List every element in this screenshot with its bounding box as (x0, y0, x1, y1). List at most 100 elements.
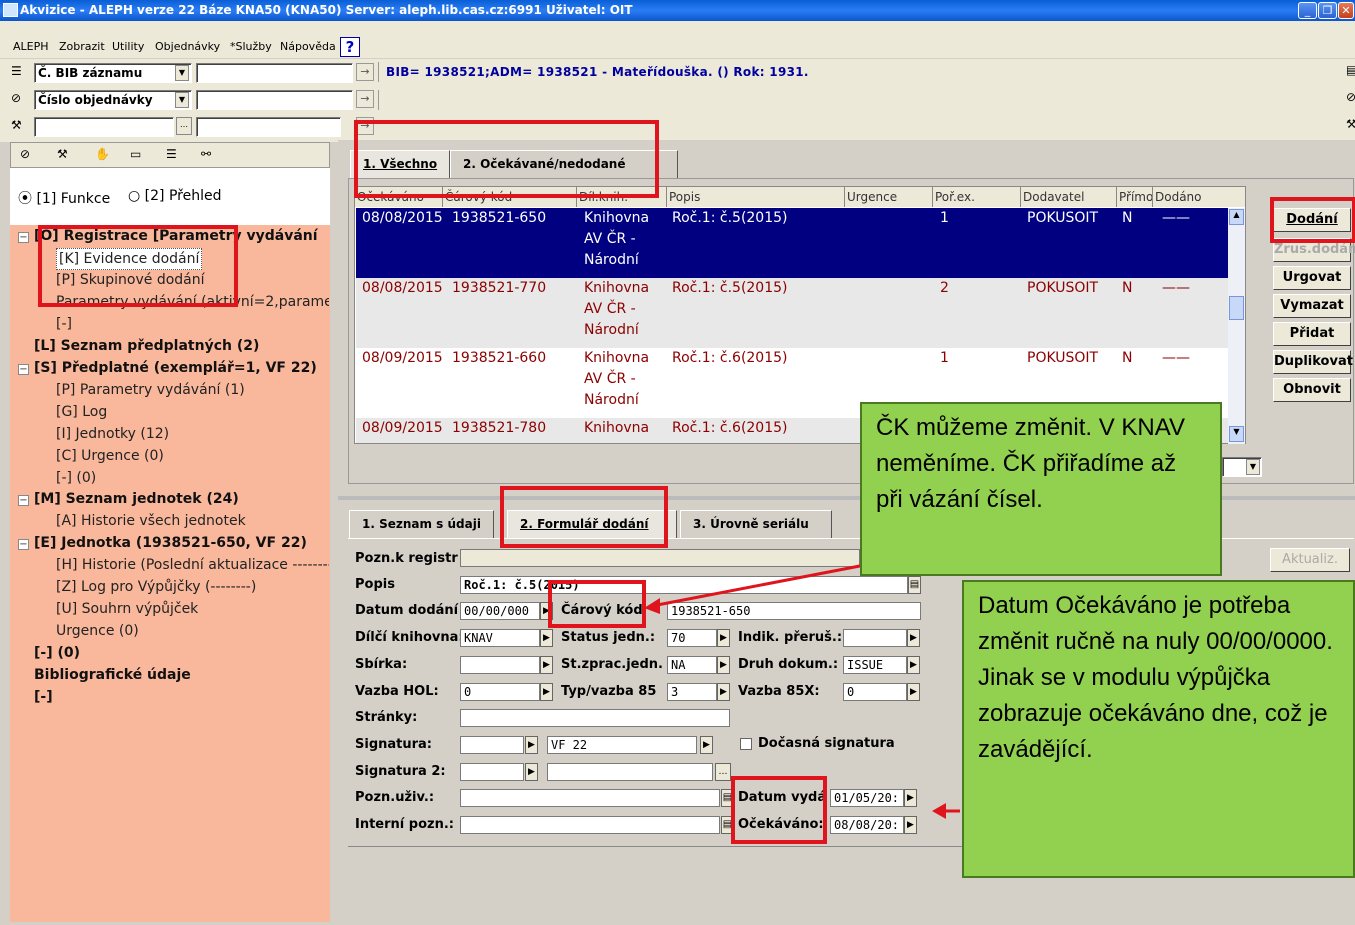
dilci-field[interactable]: KNAV (460, 629, 540, 647)
duplikovat-button[interactable]: Duplikovat (1273, 350, 1353, 374)
search-field-1[interactable]: Č. BIB záznamu (34, 63, 192, 83)
binoculars-icon[interactable]: ⚯ (201, 147, 211, 161)
tree-item-empty-root[interactable]: [-] (0) (34, 643, 80, 663)
aktualiz-button[interactable]: Aktualiz. (1270, 548, 1350, 572)
go-arrow-icon[interactable]: → (356, 63, 374, 81)
tool-icon[interactable]: ⚒ (57, 147, 68, 161)
tree-item-seznam-predplatnych[interactable]: [L] Seznam předplatných (2) (34, 336, 259, 356)
menu-aleph[interactable]: ALEPH (13, 40, 49, 53)
order-icon[interactable]: ⊘ (20, 147, 30, 161)
tab-seznam-s-udaji[interactable]: 1. Seznam s údaji (349, 510, 494, 538)
folder-icon[interactable]: ▭ (130, 147, 141, 161)
label-sbirka: Sbírka: (355, 657, 408, 672)
cell-carovy-kod: 1938521-650 (452, 210, 547, 226)
obnovit-button[interactable]: Obnovit (1273, 378, 1351, 402)
chevron-down-icon[interactable]: ▼ (1246, 459, 1260, 475)
info-strip-2 (378, 90, 1343, 110)
cell-carovy-kod: 1938521-780 (452, 420, 547, 436)
vazba-field[interactable]: 0 (460, 683, 540, 701)
maximize-icon[interactable]: ❐ (1318, 2, 1337, 19)
annotation-note-datum: Datum Očekáváno je potřeba změnit ručně … (962, 580, 1355, 878)
search-input-4[interactable] (196, 117, 341, 137)
arrow-head (932, 803, 946, 819)
cell-dil-knih: Národní (584, 252, 639, 268)
order-icon: ⊘ (1346, 90, 1355, 104)
highlight-box (1270, 197, 1355, 243)
search-input-2[interactable] (196, 90, 353, 110)
collapse-icon[interactable]: − (18, 364, 29, 375)
cell-dodavatel: POKUSOIT (1027, 210, 1099, 226)
radio-funkce[interactable]: ⦿ [1] Funkce (18, 188, 110, 208)
col-header-dodano[interactable]: Dodáno (1153, 187, 1246, 207)
chevron-down-icon[interactable]: ▼ (175, 92, 189, 108)
col-header-popis[interactable]: Popis (667, 187, 845, 207)
minimize-icon[interactable]: _ (1298, 2, 1317, 19)
picker-arrow-icon[interactable]: ▶ (525, 763, 538, 781)
cell-primo: N (1122, 210, 1133, 226)
panel-icon: ▤ (1346, 63, 1355, 77)
collapse-icon[interactable]: − (18, 495, 29, 506)
collapse-icon[interactable]: − (18, 232, 29, 243)
menu-utility[interactable]: Utility (112, 40, 144, 53)
picker-arrow-icon[interactable]: ▶ (540, 656, 553, 674)
search-input-1[interactable] (196, 63, 353, 83)
vertical-scrollbar[interactable]: ▲ ▼ (1228, 208, 1245, 444)
tree-item-historie[interactable]: [H] Historie (Poslední aktualizace -----… (56, 555, 329, 575)
urgovat-button[interactable]: Urgovat (1273, 266, 1351, 290)
menu-objednavky[interactable]: Objednávky (155, 40, 220, 53)
tree-item-predplatne[interactable]: [S] Předplatné (exemplář=1, VF 22) (34, 358, 317, 378)
tree-item-empty[interactable]: [-] (56, 314, 72, 334)
tool-icon: ⚒ (11, 118, 22, 132)
vymazat-button[interactable]: Vymazat (1273, 294, 1351, 318)
col-header-dodavatel[interactable]: Dodavatel (1021, 187, 1117, 207)
go-arrow-icon[interactable]: → (356, 90, 374, 108)
tree-item-jednotky[interactable]: [I] Jednotky (12) (56, 424, 169, 444)
col-header-urgence[interactable]: Urgence (845, 187, 933, 207)
picker-arrow-icon[interactable]: ▶ (525, 736, 538, 754)
tree-item-seznam-jednotek[interactable]: [M] Seznam jednotek (24) (34, 489, 239, 509)
scroll-thumb[interactable] (1229, 296, 1244, 320)
tree-item-log-vypujcky[interactable]: [Z] Log pro Výpůjčky (--------) (56, 577, 256, 597)
tree-item-empty-0[interactable]: [-] (0) (56, 468, 96, 488)
tree-item-empty-end[interactable]: [-] (34, 687, 53, 707)
close-icon[interactable]: ✕ (1338, 2, 1354, 19)
list-icon[interactable]: ☰ (166, 147, 177, 161)
menu-napoveda[interactable]: Nápověda (280, 40, 336, 53)
menu-zobrazit[interactable]: Zobrazit (59, 40, 105, 53)
browse-icon[interactable]: … (176, 117, 192, 135)
label-stranky: Stránky: (355, 710, 418, 725)
signatura-prefix-field[interactable] (460, 736, 524, 754)
pridat-button[interactable]: Přidat (1273, 322, 1351, 346)
label-signatura2: Signatura 2: (355, 764, 446, 779)
scroll-down-icon[interactable]: ▼ (1229, 426, 1244, 442)
tree-item-jednotka[interactable]: [E] Jednotka (1938521-650, VF 22) (34, 533, 307, 553)
hand-icon[interactable]: ✋ (95, 147, 110, 161)
help-icon[interactable]: ? (340, 37, 360, 57)
tree-item-historie-jednotek[interactable]: [A] Historie všech jednotek (56, 511, 246, 531)
cell-dil-knih: Knihovna (584, 420, 650, 436)
search-input-3[interactable] (34, 117, 174, 137)
col-header-primo[interactable]: Přímo (1117, 187, 1153, 207)
chevron-down-icon[interactable]: ▼ (175, 65, 189, 81)
tree-item-bibliograficke[interactable]: Bibliografické údaje (34, 665, 191, 685)
table-row[interactable]: 08/08/2015 1938521-650 Knihovna AV ČR - … (356, 208, 1228, 278)
collapse-icon[interactable]: − (18, 539, 29, 550)
tree-item-log[interactable]: [G] Log (56, 402, 107, 422)
picker-arrow-icon[interactable]: ▶ (540, 683, 553, 701)
tree-item-urgence-0[interactable]: Urgence (0) (56, 621, 139, 641)
datum-dodani-field[interactable]: 00/00/000 (460, 602, 540, 620)
scroll-up-icon[interactable]: ▲ (1229, 209, 1244, 225)
tree-item-urgence[interactable]: [C] Urgence (0) (56, 446, 164, 466)
label-datum-dodani: Datum dodání (355, 603, 459, 618)
tree-item-souhrn-vypujcek[interactable]: [U] Souhrn výpůjček (56, 599, 198, 619)
picker-arrow-icon[interactable]: ▶ (540, 629, 553, 647)
sbirka-field[interactable] (460, 656, 540, 674)
tree-item-parametry-vydavani[interactable]: [P] Parametry vydávání (1) (56, 380, 245, 400)
highlight-box (38, 225, 238, 307)
menu-sluzby[interactable]: *Služby (230, 40, 272, 53)
signatura2-prefix-field[interactable] (460, 763, 524, 781)
table-row[interactable]: 08/08/2015 1938521-770 Knihovna AV ČR - … (356, 278, 1228, 348)
col-header-por-ex[interactable]: Poř.ex. (933, 187, 1021, 207)
radio-prehled[interactable]: ○ [2] Přehled (128, 188, 221, 204)
search-field-2[interactable]: Číslo objednávky (34, 90, 192, 110)
